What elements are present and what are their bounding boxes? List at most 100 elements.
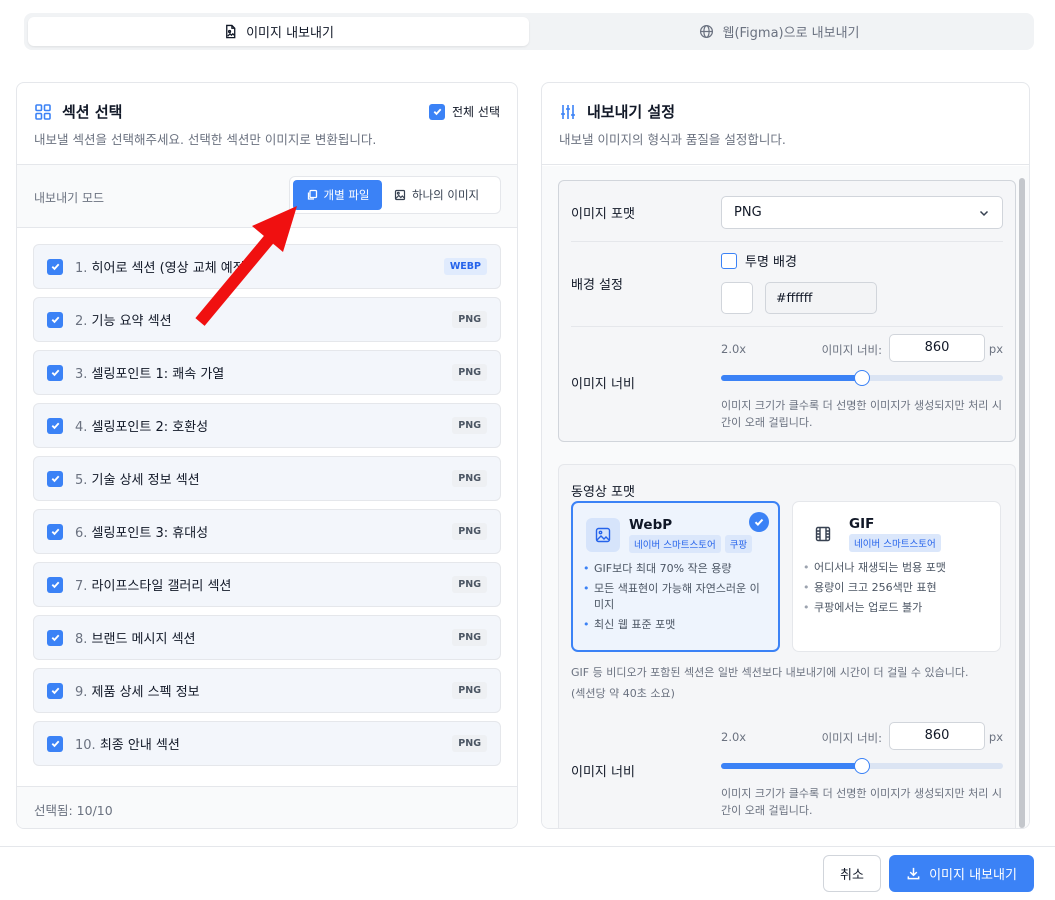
film-icon	[815, 526, 831, 542]
section-number: 6.	[75, 526, 88, 541]
section-number: 10.	[75, 738, 96, 753]
format-badge: PNG	[452, 417, 487, 434]
export-label: 이미지 내보내기	[929, 868, 1017, 883]
format-badge: PNG	[452, 311, 487, 328]
section-item[interactable]: 2. 기능 요약 섹션 PNG	[33, 297, 501, 342]
section-item[interactable]: 6. 셀링포인트 3: 휴대성 PNG	[33, 509, 501, 554]
section-number: 3.	[75, 367, 88, 382]
width-slider[interactable]	[721, 370, 1003, 386]
card-title: WebP	[629, 517, 673, 533]
hex-color-input[interactable]: #ffffff	[765, 282, 877, 314]
tab-image-export[interactable]: 이미지 내보내기	[28, 17, 529, 46]
export-settings-panel: 내보내기 설정 내보낼 이미지의 형식과 품질을 설정합니다. 이미지 포맷 P…	[541, 82, 1030, 829]
section-item[interactable]: 8. 브랜드 메시지 섹션 PNG	[33, 615, 501, 660]
globe-icon	[700, 24, 714, 39]
slider-fill	[721, 763, 862, 769]
section-item[interactable]: 3. 셀링포인트 1: 쾌속 가열 PNG	[33, 350, 501, 395]
section-item[interactable]: 1. 히어로 섹션 (영상 교체 예정) WEBP	[33, 244, 501, 289]
checkbox-checked[interactable]	[47, 523, 63, 540]
scale-label: 2.0x	[721, 730, 747, 744]
check-icon	[51, 740, 59, 748]
format-badge: PNG	[452, 576, 487, 593]
checkbox-checked[interactable]	[429, 103, 446, 120]
section-item[interactable]: 10. 최종 안내 섹션 PNG	[33, 721, 501, 766]
feature-item: 어디서나 재생되는 범용 포맷	[803, 560, 990, 576]
section-item[interactable]: 5. 기술 상세 정보 섹션 PNG	[33, 456, 501, 501]
format-badge: PNG	[452, 470, 487, 487]
slider-thumb[interactable]	[854, 370, 870, 386]
image-format-label: 이미지 포맷	[571, 207, 635, 222]
select-all-checkbox[interactable]: 전체 선택	[429, 103, 500, 120]
cancel-button[interactable]: 취소	[823, 855, 881, 892]
image-icon	[394, 189, 406, 201]
check-icon	[51, 422, 59, 430]
format-badge: WEBP	[443, 258, 487, 275]
section-item[interactable]: 7. 라이프스타일 갤러리 섹션 PNG	[33, 562, 501, 607]
check-icon	[51, 528, 59, 536]
tab-figma-export[interactable]: 웹(Figma)으로 내보내기	[529, 17, 1030, 46]
mode-label: 하나의 이미지	[412, 188, 480, 202]
settings-scrollbar[interactable]	[1019, 178, 1025, 828]
checkbox-checked[interactable]	[47, 576, 63, 593]
section-name: 라이프스타일 갤러리 섹션	[91, 579, 232, 594]
export-image-button[interactable]: 이미지 내보내기	[889, 855, 1034, 892]
selection-count: 선택됨: 10/10	[34, 803, 113, 818]
slider-fill	[721, 375, 862, 381]
width-slider[interactable]	[721, 758, 1003, 774]
section-name: 기능 요약 섹션	[91, 314, 172, 329]
card-title: GIF	[849, 516, 875, 532]
section-label: 3. 셀링포인트 1: 쾌속 가열	[75, 363, 440, 382]
feature-list: GIF보다 최대 70% 작은 용량 모든 색표현이 가능해 자연스러운 이미지…	[583, 561, 768, 637]
section-item[interactable]: 4. 셀링포인트 2: 호환성 PNG	[33, 403, 501, 448]
gif-format-card[interactable]: GIF 네이버 스마트스토어 어디서나 재생되는 범용 포맷 용량이 크고 25…	[792, 501, 1001, 652]
section-label: 9. 제품 상세 스펙 정보	[75, 681, 440, 700]
section-label: 8. 브랜드 메시지 섹션	[75, 628, 440, 647]
color-swatch[interactable]	[721, 282, 753, 314]
select-all-label: 전체 선택	[452, 105, 500, 119]
image-file-icon	[226, 24, 236, 39]
checkbox-checked[interactable]	[47, 629, 63, 646]
section-number: 9.	[75, 685, 88, 700]
checkbox-checked[interactable]	[47, 258, 63, 275]
checkbox-checked[interactable]	[47, 311, 63, 328]
slider-thumb[interactable]	[854, 758, 870, 774]
section-name: 기술 상세 정보 섹션	[91, 473, 200, 488]
section-name: 최종 안내 섹션	[99, 738, 180, 753]
section-label: 7. 라이프스타일 갤러리 섹션	[75, 575, 440, 594]
export-settings-header: 내보내기 설정 내보낼 이미지의 형식과 품질을 설정합니다.	[542, 83, 1029, 165]
checkbox-checked[interactable]	[47, 364, 63, 381]
webp-format-card[interactable]: WebP 네이버 스마트스토어 쿠팡 GIF보다 최대 70% 작은 용량 모든…	[571, 501, 780, 652]
section-label: 1. 히어로 섹션 (영상 교체 예정)	[75, 257, 432, 276]
mode-individual-files-button[interactable]: 개별 파일	[293, 180, 382, 210]
section-item[interactable]: 9. 제품 상세 스펙 정보 PNG	[33, 668, 501, 713]
platform-tag: 쿠팡	[724, 535, 753, 553]
checkbox-checked[interactable]	[47, 470, 63, 487]
mode-label: 개별 파일	[323, 188, 370, 202]
width-input[interactable]: 860	[889, 334, 985, 362]
export-settings-title: 내보내기 설정	[559, 101, 675, 122]
section-label: 4. 셀링포인트 2: 호환성	[75, 416, 440, 435]
format-badge: PNG	[452, 364, 487, 381]
export-mode-bar: 내보내기 모드 개별 파일 하나의 이미지	[17, 165, 517, 228]
width-input[interactable]: 860	[889, 722, 985, 750]
checkbox-checked[interactable]	[47, 735, 63, 752]
width-hint: 이미지 크기가 클수록 더 선명한 이미지가 생성되지만 처리 시간이 오래 걸…	[721, 399, 1002, 429]
checkbox-checked[interactable]	[47, 417, 63, 434]
checkbox-unchecked[interactable]	[721, 252, 737, 269]
scale-label: 2.0x	[721, 342, 747, 356]
transparent-background-checkbox[interactable]: 투명 배경	[721, 251, 797, 270]
download-icon	[907, 867, 920, 880]
panel-title-text: 섹션 선택	[62, 103, 123, 121]
section-number: 4.	[75, 420, 88, 435]
checkbox-checked[interactable]	[47, 682, 63, 699]
dialog-footer: 취소 이미지 내보내기	[0, 846, 1055, 900]
export-mode-toggle: 개별 파일 하나의 이미지	[289, 176, 501, 214]
divider	[571, 326, 1003, 327]
film-icon-box	[806, 517, 840, 551]
transparent-label: 투명 배경	[745, 255, 797, 270]
section-label: 2. 기능 요약 섹션	[75, 310, 440, 329]
mode-single-image-button[interactable]: 하나의 이미지	[386, 180, 487, 210]
export-settings-subtitle: 내보낼 이미지의 형식과 품질을 설정합니다.	[559, 132, 786, 147]
video-format-title: 동영상 포맷	[571, 485, 635, 500]
image-format-select[interactable]: PNG	[721, 196, 1003, 229]
